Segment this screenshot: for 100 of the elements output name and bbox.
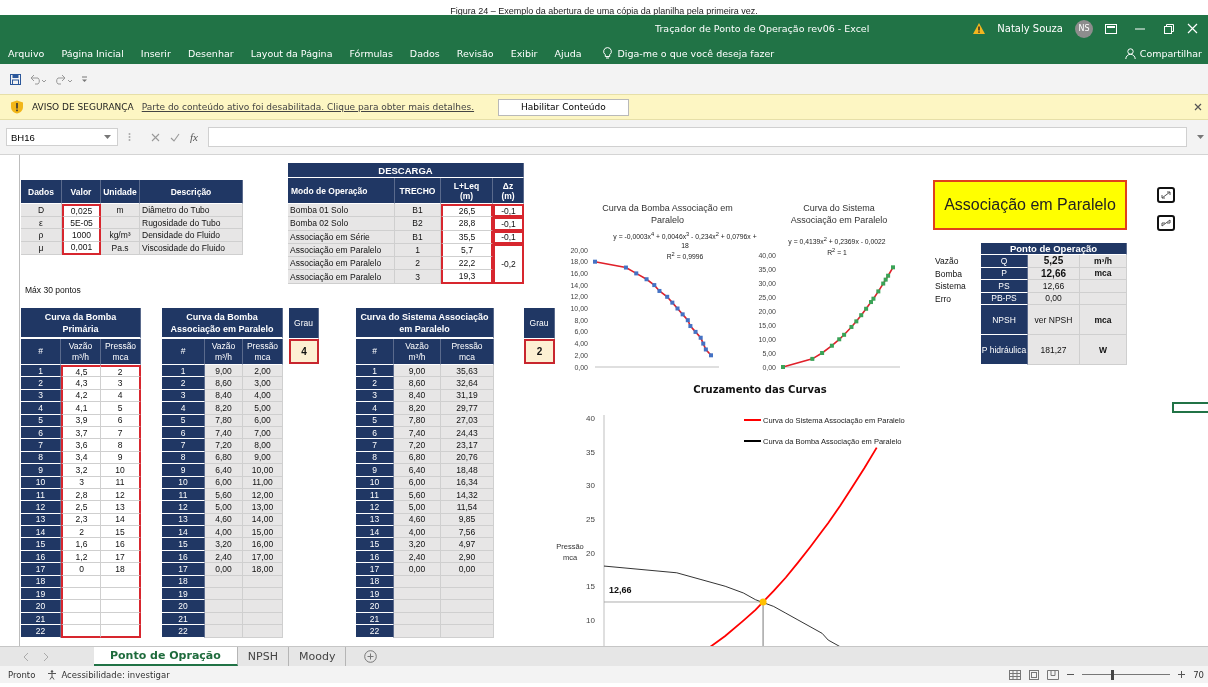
table-cell[interactable]: 0 — [61, 563, 101, 576]
table-cell[interactable]: -0,1 — [493, 204, 524, 218]
table-cell[interactable]: 1,6 — [61, 538, 101, 551]
table-cell[interactable]: 2 — [61, 526, 101, 539]
ribbon-tab[interactable]: Desenhar — [187, 47, 234, 59]
table-cell[interactable]: 2,5 — [61, 501, 101, 514]
zoom-out-icon[interactable] — [1067, 671, 1075, 678]
cell-cursor — [1172, 402, 1208, 413]
status-text: Pronto — [8, 669, 36, 680]
table-cell[interactable]: 4,1 — [61, 402, 101, 415]
table-cell[interactable]: 13 — [101, 501, 141, 514]
add-sheet-icon[interactable] — [364, 650, 378, 663]
axis-tick-label: 25 — [586, 514, 595, 524]
table-cell: 16,00 — [243, 538, 283, 551]
ribbon-tab[interactable]: Fórmulas — [349, 47, 393, 59]
row-number: 7 — [162, 439, 205, 452]
tell-me-field[interactable]: Diga-me o que você deseja fazer — [617, 47, 775, 59]
table-cell: 7,20 — [205, 439, 243, 452]
accessibility-icon[interactable] — [47, 669, 59, 680]
ribbon-tab[interactable]: Dados — [409, 47, 440, 59]
caret-icon[interactable] — [1197, 135, 1204, 139]
table-cell[interactable]: 3,2 — [61, 464, 101, 477]
table-cell[interactable]: 1000 — [62, 229, 101, 243]
degree-field[interactable]: 2 — [524, 339, 555, 364]
row-number: 15 — [162, 538, 205, 551]
table-cell[interactable]: -0,1 — [493, 217, 524, 231]
table-cell[interactable]: 2 — [101, 365, 141, 378]
table-cell[interactable]: 0,025 — [62, 204, 101, 217]
ribbon-tab[interactable]: Inserir — [140, 47, 171, 59]
table-cell: 3 — [395, 270, 441, 284]
row-number: 12 — [356, 501, 394, 514]
table-cell[interactable]: 0,001 — [62, 242, 101, 255]
table-cell: 8,00 — [243, 439, 283, 452]
zoom-percentage[interactable]: 70 — [1193, 669, 1208, 680]
table-cell[interactable]: 28,8 — [441, 217, 493, 231]
redo-icon[interactable] — [55, 73, 73, 85]
table-cell[interactable]: 8 — [101, 439, 141, 452]
formula-input[interactable] — [207, 127, 1187, 147]
table-cell: μ — [21, 242, 62, 255]
table-cell[interactable]: 4,5 — [61, 365, 101, 378]
enable-content-button[interactable]: Habilitar Conteúdo — [498, 98, 629, 116]
column-header: Vazão m³/h — [205, 339, 243, 365]
table-cell[interactable]: 5 — [101, 402, 141, 415]
close-icon[interactable] — [1194, 103, 1202, 111]
user-name[interactable]: Nataly Souza — [997, 23, 1063, 34]
share-button[interactable]: Compartilhar — [1139, 47, 1202, 59]
sheet-tab[interactable]: Ponto de Opração — [94, 647, 238, 666]
table-cell: m — [101, 204, 140, 217]
collapse-arrows-icon[interactable] — [1157, 215, 1177, 231]
page-layout-icon[interactable] — [1029, 669, 1040, 680]
table-cell: Associação em Paralelo — [288, 270, 395, 284]
checkmark-icon[interactable] — [170, 132, 180, 142]
undo-icon[interactable] — [29, 73, 47, 85]
cancel-icon[interactable] — [151, 132, 160, 142]
zoom-in-icon[interactable] — [1178, 671, 1186, 678]
name-box[interactable]: BH16 — [6, 128, 118, 146]
customize-icon[interactable] — [81, 75, 88, 83]
table-cell[interactable]: 18 — [101, 563, 141, 576]
row-number: 14 — [21, 526, 61, 539]
ribbon-display-icon[interactable] — [1105, 23, 1117, 34]
table-cell[interactable]: 10 — [101, 464, 141, 477]
column-header: TRECHO — [395, 178, 441, 204]
ribbon-tab[interactable]: Página Inicial — [61, 47, 124, 59]
table-cell[interactable]: -0,2 — [493, 243, 524, 284]
ribbon-tab[interactable]: Ajuda — [554, 47, 582, 59]
page-break-icon[interactable] — [1047, 669, 1060, 680]
save-icon[interactable] — [10, 73, 21, 85]
table-cell[interactable]: 15 — [101, 526, 141, 539]
more-icon — [128, 132, 131, 142]
degree-field[interactable]: 4 — [289, 339, 319, 364]
table-cell[interactable]: 4,3 — [61, 377, 101, 390]
column-header: # — [162, 339, 205, 365]
ribbon-tab[interactable]: Exibir — [510, 47, 538, 59]
expand-arrows-icon[interactable] — [1157, 187, 1177, 203]
table-cell: Associação em Paralelo — [288, 257, 395, 271]
restore-icon[interactable] — [1163, 23, 1175, 34]
table-cell[interactable]: 3 — [101, 377, 141, 390]
ribbon-tab[interactable]: Revisão — [456, 47, 494, 59]
table-title: Ponto de Operação — [981, 243, 1127, 255]
table-cell[interactable]: 16 — [101, 538, 141, 551]
table-cell[interactable]: 22,2 — [441, 257, 493, 271]
caret-icon[interactable] — [104, 135, 111, 139]
window-title: Traçador de Ponto de Operação rev06 - Excel — [655, 23, 870, 34]
table-cell: 181,27 — [1028, 335, 1080, 365]
ribbon-tab[interactable]: Layout da Página — [250, 47, 333, 59]
details-link[interactable]: Parte do conteúdo ativo foi desabilitada. Clique para obter mais detalhes. — [141, 102, 475, 112]
accessibility-status[interactable]: Acessibilidade: investigar — [61, 669, 170, 680]
warning-icon[interactable] — [973, 23, 986, 34]
table-cell[interactable]: 3,6 — [61, 439, 101, 452]
table-cell: 9,00 — [205, 365, 243, 378]
chart-title: Cruzamento das Curvas — [692, 384, 828, 395]
zoom-slider-thumb[interactable] — [1111, 669, 1115, 680]
table-cell: mca — [1080, 305, 1127, 335]
table-cell[interactable]: 26,5 — [441, 204, 493, 218]
ribbon-tab[interactable]: Arquivo — [8, 47, 45, 59]
normal-view-icon[interactable] — [1009, 669, 1022, 680]
row-number: 19 — [162, 588, 205, 601]
row-label: Vazão — [935, 255, 960, 268]
table-cell[interactable]: 19,3 — [441, 270, 493, 284]
insert-function-button[interactable]: fx — [190, 131, 198, 143]
